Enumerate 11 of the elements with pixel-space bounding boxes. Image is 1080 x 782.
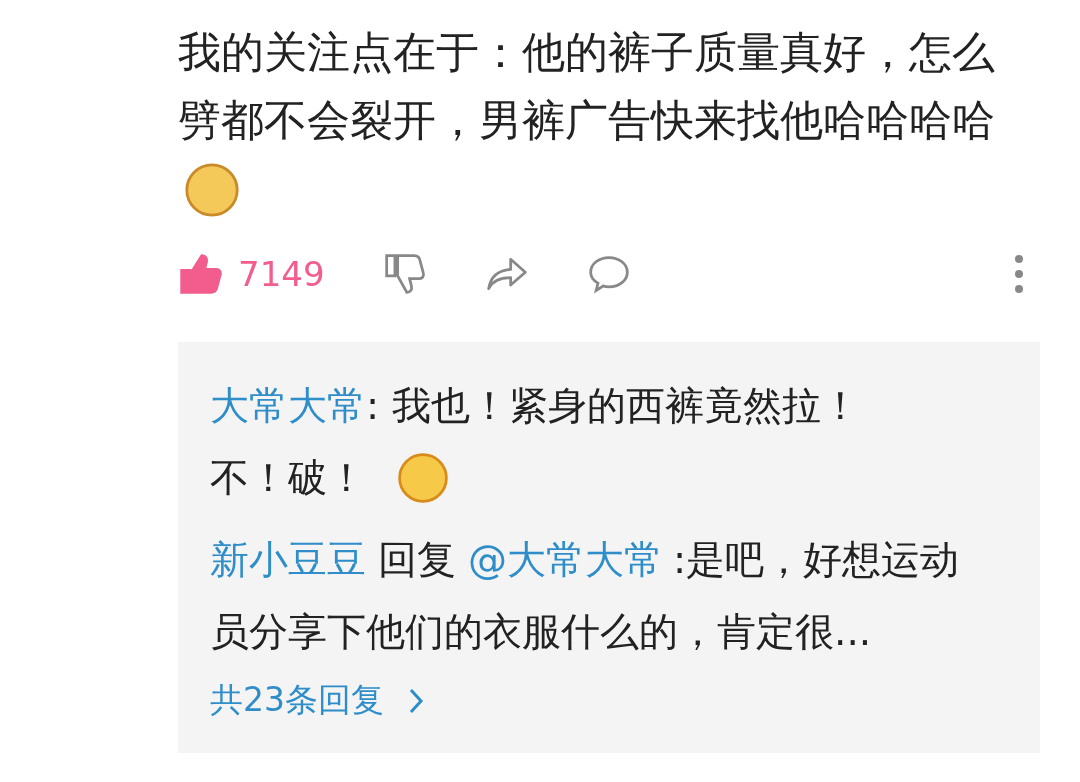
like-count: 7149: [238, 254, 325, 294]
emoji-icon: [184, 162, 240, 218]
reply-text: 新小豆豆 回复 @大常大常 :是吧，好想运动员分享下他们的衣服什么的，肯定很...: [210, 536, 961, 656]
more-icon[interactable]: [1014, 254, 1024, 294]
more-replies-link[interactable]: 共23条回复: [210, 678, 426, 723]
reply-text: 不！破！: [210, 454, 366, 502]
thumbs-down-icon[interactable]: [382, 252, 427, 296]
reply-text: 大常大常: 我也！紧身的西裤竟然拉！: [210, 382, 861, 430]
comment-text: 我的关注点在于：他的裤子质量真好，怎么劈都不会裂开，男裤广告快来找他哈哈哈哈: [178, 26, 996, 147]
emoji-icon: [396, 451, 450, 505]
thumbs-up-icon[interactable]: [178, 252, 222, 296]
